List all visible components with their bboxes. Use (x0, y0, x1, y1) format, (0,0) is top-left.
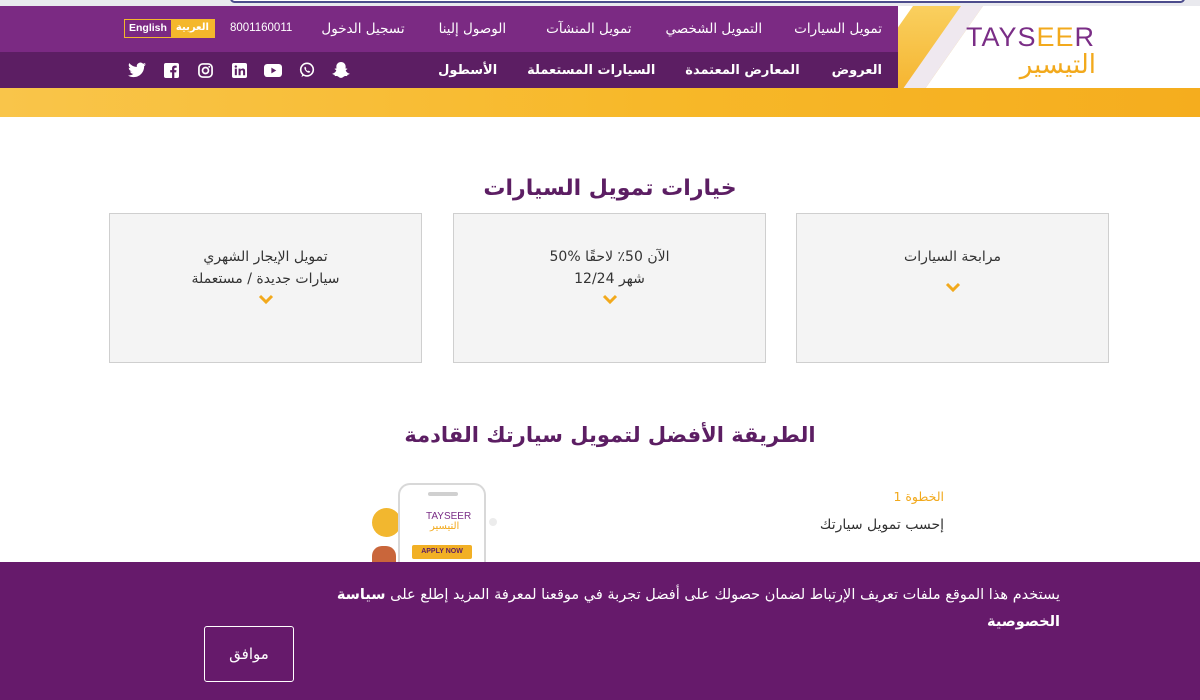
decorative-dot (489, 518, 497, 526)
decorative-circle (372, 508, 401, 537)
card-title: 50% الآن 50٪ لاحقًا (549, 249, 670, 265)
best-way-title: الطريقة الأفضل لتمويل سيارتك القادمة (404, 423, 816, 447)
nav-used-cars[interactable]: السيارات المستعملة (527, 63, 655, 78)
logo-text-part: R (1074, 22, 1095, 52)
card-murabaha[interactable]: مرابحة السيارات (796, 213, 1109, 363)
person-illustration (372, 546, 396, 562)
address-bar[interactable] (230, 0, 1185, 3)
instagram-icon[interactable] (196, 61, 214, 79)
cookie-text: يستخدم هذا الموقع ملفات تعريف الإرتباط ل… (390, 587, 1060, 603)
phone-notch (428, 492, 458, 496)
phone-logo-ar: التيسير (430, 521, 460, 532)
language-switcher: English العربية (124, 19, 215, 38)
chevron-down-icon[interactable] (258, 294, 274, 306)
phone-illustration: TAYSEER التيسير APPLY NOW (398, 483, 486, 573)
card-title: تمويل الإيجار الشهري (203, 249, 328, 265)
nav-login[interactable]: تسجيل الدخول (321, 21, 404, 37)
card-subtitle: 12/24 شهر (574, 271, 645, 287)
nav-contact-us[interactable]: الوصول إلينا (439, 21, 507, 37)
top-nav: تمويل السيارات التمويل الشخصي تمويل المن… (321, 6, 882, 52)
nav-dealers[interactable]: المعارض المعتمدة (685, 63, 799, 78)
cookie-banner: يستخدم هذا الموقع ملفات تعريف الإرتباط ل… (0, 562, 1200, 700)
chevron-down-icon[interactable] (602, 294, 618, 306)
linkedin-icon[interactable] (230, 61, 248, 79)
secondary-nav: العروض المعارض المعتمدة السيارات المستعم… (438, 52, 882, 88)
snapchat-icon[interactable] (332, 61, 350, 79)
logo-text-en: TAYSEER (966, 22, 1095, 53)
card-subtitle: سيارات جديدة / مستعملة (191, 271, 340, 287)
facebook-icon[interactable] (162, 61, 180, 79)
lang-arabic[interactable]: العربية (170, 20, 214, 37)
logo-text-ar: التيسير (1019, 50, 1096, 80)
site-header: TAYSEER التيسير تمويل السيارات التمويل ا… (0, 6, 1200, 117)
social-links (128, 52, 350, 88)
whatsapp-icon[interactable] (298, 61, 316, 79)
nav-business-finance[interactable]: تمويل المنشآت (546, 21, 631, 37)
financing-options: مرابحة السيارات 50% الآن 50٪ لاحقًا 12/2… (109, 213, 1109, 363)
card-balloon[interactable]: 50% الآن 50٪ لاحقًا 12/24 شهر (453, 213, 766, 363)
cookie-message: يستخدم هذا الموقع ملفات تعريف الإرتباط ل… (320, 582, 1060, 636)
financing-options-title: خيارات تمويل السيارات (483, 176, 737, 201)
step-label: الخطوة 1 (893, 489, 944, 504)
nav-fleet[interactable]: الأسطول (438, 63, 497, 78)
lang-english[interactable]: English (125, 20, 171, 37)
agree-button[interactable]: موافق (204, 626, 294, 682)
site-logo[interactable]: TAYSEER التيسير (898, 6, 1200, 88)
youtube-icon[interactable] (264, 61, 282, 79)
nav-car-finance[interactable]: تمويل السيارات (794, 21, 882, 37)
twitter-icon[interactable] (128, 61, 146, 79)
card-title: مرابحة السيارات (904, 249, 1001, 265)
apply-now-badge: APPLY NOW (412, 545, 472, 559)
phone-number[interactable]: 8001160011 (230, 22, 292, 34)
logo-text-accent: EE (1036, 22, 1075, 52)
header-accent-band (0, 88, 1200, 117)
nav-personal-finance[interactable]: التمويل الشخصي (666, 21, 763, 37)
chevron-down-icon[interactable] (945, 282, 961, 294)
nav-offers[interactable]: العروض (832, 63, 882, 78)
card-monthly-lease[interactable]: تمويل الإيجار الشهري سيارات جديدة / مستع… (109, 213, 422, 363)
step-text: إحسب تمويل سيارتك (819, 517, 944, 533)
logo-text-part: TAYS (965, 22, 1037, 52)
